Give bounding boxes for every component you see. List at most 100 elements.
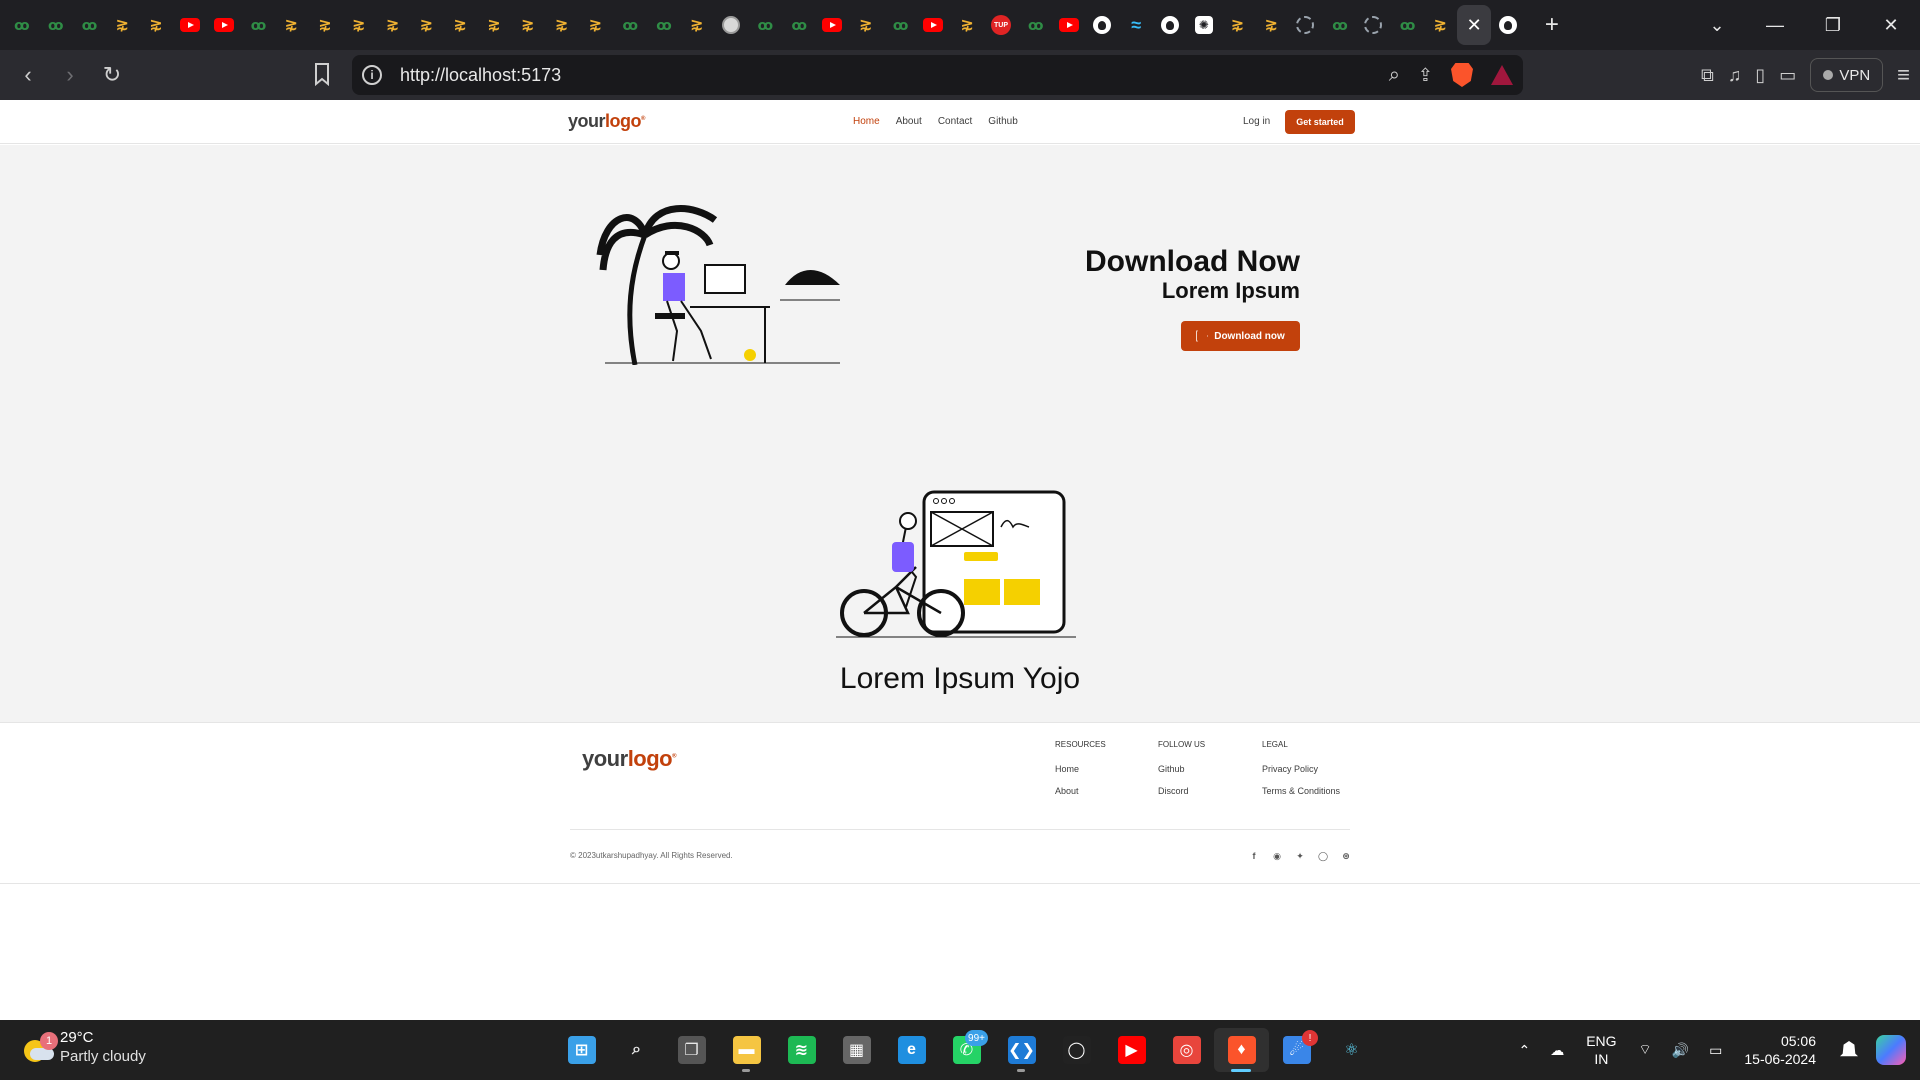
browser-tab[interactable]: ꝏ bbox=[38, 5, 72, 45]
notification-bell-icon[interactable] bbox=[1840, 1041, 1858, 1057]
get-started-button[interactable]: Get started bbox=[1285, 110, 1355, 134]
taskbar-youtube-button[interactable]: ▶ bbox=[1104, 1028, 1159, 1072]
browser-tab[interactable]: ⋧ bbox=[579, 5, 613, 45]
browser-tab[interactable]: ⋧ bbox=[1221, 5, 1255, 45]
browser-tab[interactable]: ✺ bbox=[1187, 5, 1221, 45]
taskbar-file-explorer-button[interactable]: ▬ bbox=[719, 1028, 774, 1072]
address-bar[interactable]: i http://localhost:5173 ⌕ ⇪ bbox=[352, 55, 1523, 95]
site-logo[interactable]: yourlogo® bbox=[568, 111, 645, 132]
taskbar-edge-button[interactable]: e bbox=[884, 1028, 939, 1072]
browser-tab[interactable]: ≈ bbox=[1119, 5, 1153, 45]
media-icon[interactable]: ♫ bbox=[1728, 65, 1742, 86]
footer-link-discord[interactable]: Discord bbox=[1158, 786, 1205, 796]
footer-logo[interactable]: yourlogo® bbox=[582, 746, 677, 772]
browser-tab[interactable]: ⋧ bbox=[105, 5, 139, 45]
nav-link-about[interactable]: About bbox=[896, 116, 922, 127]
weather-widget[interactable]: 1 29°C Partly cloudy bbox=[22, 1028, 146, 1066]
browser-tab[interactable]: ⋧ bbox=[376, 5, 410, 45]
browser-tab[interactable]: ꝏ bbox=[72, 5, 106, 45]
browser-tab[interactable]: ꝏ bbox=[4, 5, 38, 45]
wifi-icon[interactable]: ⌔ bbox=[1639, 1041, 1652, 1059]
reload-button[interactable]: ↻ bbox=[92, 55, 132, 95]
taskbar-task-view-button[interactable]: ❐ bbox=[664, 1028, 719, 1072]
browser-tab[interactable]: ꝏ bbox=[1322, 5, 1356, 45]
taskbar-app-badge-button[interactable]: ☄! bbox=[1269, 1028, 1324, 1072]
language-indicator[interactable]: ENG IN bbox=[1586, 1032, 1616, 1068]
dribbble-icon[interactable]: ⊛ bbox=[1340, 850, 1352, 862]
vpn-button[interactable]: VPN bbox=[1810, 58, 1884, 92]
browser-tab[interactable]: ⋧ bbox=[410, 5, 444, 45]
bookmark-icon[interactable] bbox=[312, 62, 332, 86]
login-link[interactable]: Log in bbox=[1243, 116, 1270, 127]
address-url[interactable]: http://localhost:5173 bbox=[400, 65, 561, 86]
minimize-button[interactable]: — bbox=[1746, 15, 1804, 36]
browser-tab[interactable]: ꝏ bbox=[1018, 5, 1052, 45]
nav-link-home[interactable]: Home bbox=[853, 116, 880, 127]
nav-link-github[interactable]: Github bbox=[988, 116, 1017, 127]
taskbar-start-button[interactable]: ⊞ bbox=[554, 1028, 609, 1072]
copilot-icon[interactable] bbox=[1876, 1035, 1906, 1065]
browser-tab[interactable] bbox=[917, 5, 951, 45]
clock[interactable]: 05:06 15-06-2024 bbox=[1744, 1032, 1816, 1068]
sidebar-icon[interactable]: ▯ bbox=[1755, 65, 1765, 86]
browser-tab[interactable]: ⋧ bbox=[274, 5, 308, 45]
browser-tab[interactable]: ⋧ bbox=[477, 5, 511, 45]
restore-button[interactable]: ❐ bbox=[1804, 15, 1862, 36]
brave-rewards-icon[interactable] bbox=[1491, 65, 1513, 85]
footer-link-about[interactable]: About bbox=[1055, 786, 1106, 796]
browser-tab[interactable] bbox=[1052, 5, 1086, 45]
taskbar-spotify-button[interactable]: ≋ bbox=[774, 1028, 829, 1072]
browser-tab[interactable]: ꝏ bbox=[883, 5, 917, 45]
tray-overflow-icon[interactable]: ⌃ bbox=[1518, 1042, 1530, 1059]
zoom-icon[interactable]: ⌕ bbox=[1389, 64, 1400, 87]
discord-icon[interactable]: ◉ bbox=[1271, 850, 1283, 862]
site-info-icon[interactable]: i bbox=[362, 65, 382, 85]
menu-icon[interactable]: ≡ bbox=[1897, 62, 1910, 88]
battery-icon[interactable]: ▭ bbox=[1709, 1042, 1722, 1059]
browser-tab[interactable]: ꝏ bbox=[646, 5, 680, 45]
taskbar-search-button[interactable]: ⌕ bbox=[609, 1028, 664, 1072]
browser-tab[interactable]: ⋧ bbox=[849, 5, 883, 45]
browser-tab[interactable]: ⋧ bbox=[443, 5, 477, 45]
github-icon[interactable]: ◯ bbox=[1317, 850, 1329, 862]
browser-tab[interactable]: ꝏ bbox=[1390, 5, 1424, 45]
taskbar-chrome-button[interactable]: ◎ bbox=[1159, 1028, 1214, 1072]
footer-link-github[interactable]: Github bbox=[1158, 764, 1205, 774]
browser-tab[interactable]: ⋧ bbox=[545, 5, 579, 45]
forward-button[interactable]: › bbox=[50, 55, 90, 95]
brave-shields-icon[interactable] bbox=[1451, 63, 1473, 87]
browser-tab[interactable]: ⋧ bbox=[139, 5, 173, 45]
browser-tab[interactable]: ꝏ bbox=[781, 5, 815, 45]
extensions-icon[interactable]: ⧉ bbox=[1701, 65, 1714, 86]
browser-tab[interactable] bbox=[815, 5, 849, 45]
browser-tab[interactable]: ꝏ bbox=[241, 5, 275, 45]
facebook-icon[interactable]: f bbox=[1248, 850, 1260, 862]
footer-link-privacy-policy[interactable]: Privacy Policy bbox=[1262, 764, 1340, 774]
browser-tab[interactable]: ꝏ bbox=[612, 5, 646, 45]
browser-tab[interactable] bbox=[173, 5, 207, 45]
browser-tab[interactable]: ⋧ bbox=[950, 5, 984, 45]
wallet-icon[interactable]: ▭ bbox=[1779, 65, 1796, 86]
nav-link-contact[interactable]: Contact bbox=[938, 116, 972, 127]
taskbar-calculator-button[interactable]: ▦ bbox=[829, 1028, 884, 1072]
browser-tab[interactable] bbox=[1491, 5, 1525, 45]
browser-tab[interactable] bbox=[1086, 5, 1120, 45]
taskbar-whatsapp-button[interactable]: ✆ 99+ bbox=[939, 1028, 994, 1072]
taskbar-react-devtools-button[interactable]: ⚛ bbox=[1324, 1028, 1379, 1072]
browser-tab[interactable] bbox=[1356, 5, 1390, 45]
browser-tab[interactable]: ⋧ bbox=[1254, 5, 1288, 45]
close-icon[interactable]: ✕ bbox=[1464, 15, 1484, 35]
new-tab-button[interactable]: + bbox=[1537, 11, 1567, 39]
browser-tab[interactable]: ⋧ bbox=[1423, 5, 1457, 45]
footer-link-terms[interactable]: Terms & Conditions bbox=[1262, 786, 1340, 796]
share-icon[interactable]: ⇪ bbox=[1418, 65, 1433, 86]
browser-tab[interactable] bbox=[1288, 5, 1322, 45]
taskbar-github-desktop-button[interactable]: ◯ bbox=[1049, 1028, 1104, 1072]
taskbar-vscode-button[interactable]: ❮❯ bbox=[994, 1028, 1049, 1072]
close-window-button[interactable]: ✕ bbox=[1862, 15, 1920, 36]
onedrive-icon[interactable]: ☁ bbox=[1550, 1042, 1564, 1059]
taskbar-brave-button[interactable]: ♦ bbox=[1214, 1028, 1269, 1072]
browser-tab[interactable]: ✕ bbox=[1457, 5, 1492, 45]
browser-tab[interactable] bbox=[714, 5, 748, 45]
browser-tab[interactable] bbox=[207, 5, 241, 45]
